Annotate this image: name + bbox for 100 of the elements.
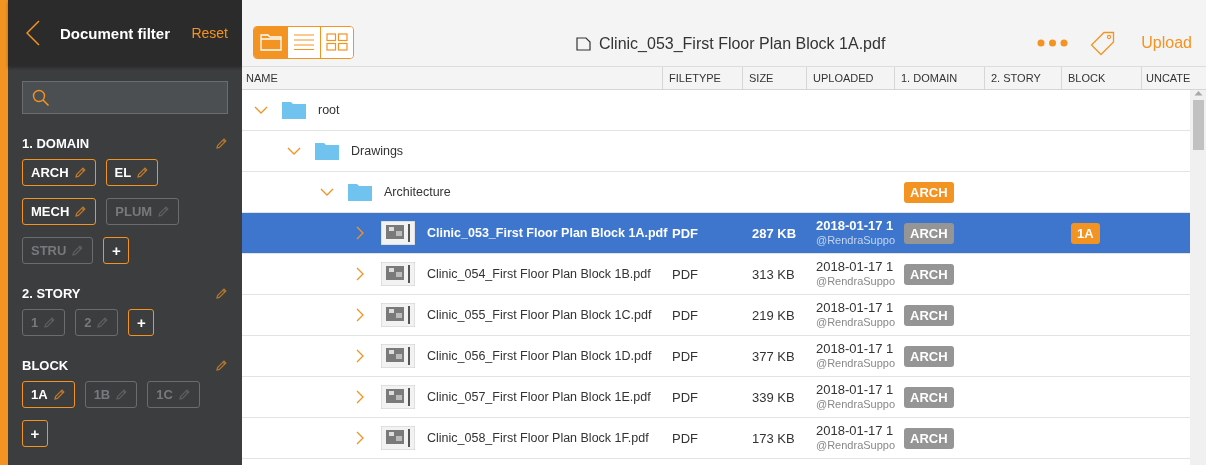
plan-thumbnail — [381, 426, 415, 450]
file-row[interactable]: Clinic_053_First Floor Plan Block 1A.pdf PDF 287 KB 2018-01-17 1 @RendraSuppo ARCH 1A — [242, 213, 1190, 254]
pencil-icon[interactable] — [74, 205, 88, 218]
category-tag: 1A — [1071, 222, 1100, 244]
category-tag: ARCH — [904, 222, 954, 244]
file-type: PDF — [672, 266, 698, 282]
upload-date: 2018-01-17 1 — [816, 342, 894, 356]
upload-date: 2018-01-17 1 — [816, 424, 894, 438]
file-row[interactable]: Clinic_054_First Floor Plan Block 1B.pdf PDF 313 KB 2018-01-17 1 @RendraSuppo ARCH — [242, 254, 1190, 295]
file-name[interactable]: Clinic_053_First Floor Plan Block 1A.pdf — [427, 226, 668, 240]
upload-date: 2018-01-17 1 — [816, 219, 894, 233]
file-name[interactable]: Clinic_057_First Floor Plan Block 1E.pdf — [427, 390, 651, 404]
file-row[interactable]: Clinic_056_First Floor Plan Block 1D.pdf PDF 377 KB 2018-01-17 1 @RendraSuppo ARCH — [242, 336, 1190, 377]
document-title: Clinic_053_First Floor Plan Block 1A.pdf — [598, 35, 886, 53]
file-name[interactable]: Clinic_056_First Floor Plan Block 1D.pdf — [427, 349, 652, 363]
document-icon — [575, 37, 591, 51]
pencil-icon[interactable] — [177, 388, 191, 401]
scrollbar-thumb[interactable] — [1192, 100, 1204, 150]
folder-icon — [348, 183, 372, 201]
filter-tag[interactable]: 1A — [22, 381, 75, 408]
uploader-name: @RendraSuppo — [816, 233, 894, 247]
column-header[interactable]: 1. DOMAIN — [894, 67, 984, 89]
category-tag: ARCH — [904, 181, 954, 203]
column-header[interactable]: UPLOADED — [806, 67, 894, 89]
chevron-right-icon[interactable] — [356, 431, 364, 445]
column-header[interactable]: 2. STORY — [984, 67, 1061, 89]
scrollbar[interactable] — [1190, 90, 1206, 465]
file-type: PDF — [672, 225, 698, 241]
column-header[interactable]: NAME — [242, 67, 662, 89]
chevron-down-icon[interactable] — [254, 106, 268, 114]
tag-icon[interactable] — [1090, 30, 1116, 56]
file-row[interactable]: Clinic_057_First Floor Plan Block 1E.pdf PDF 339 KB 2018-01-17 1 @RendraSuppo ARCH — [242, 377, 1190, 418]
search-icon — [32, 88, 50, 107]
folder-icon — [282, 101, 306, 119]
filter-tag[interactable]: MECH — [22, 198, 97, 225]
file-size: 173 KB — [752, 430, 795, 446]
file-type: PDF — [672, 348, 698, 364]
pencil-icon[interactable] — [215, 136, 228, 150]
pencil-icon[interactable] — [96, 316, 110, 329]
uploader-name: @RendraSuppo — [816, 397, 894, 411]
chevron-right-icon[interactable] — [356, 226, 364, 240]
view-toggle[interactable] — [287, 26, 320, 58]
pencil-icon[interactable] — [73, 166, 87, 179]
view-switcher[interactable] — [253, 25, 354, 59]
pencil-icon[interactable] — [115, 388, 129, 401]
folder-name[interactable]: Architecture — [384, 185, 451, 199]
chevron-right-icon[interactable] — [356, 267, 364, 281]
chevron-down-icon[interactable] — [320, 188, 334, 196]
column-header[interactable]: BLOCK — [1061, 67, 1141, 89]
panel-title: Document filter — [60, 24, 171, 42]
file-name[interactable]: Clinic_054_First Floor Plan Block 1B.pdf — [427, 267, 651, 281]
pencil-icon[interactable] — [43, 316, 57, 329]
column-header[interactable]: UNCATE — [1141, 67, 1201, 89]
folder-name[interactable]: root — [318, 103, 340, 117]
uploader-name: @RendraSuppo — [816, 356, 894, 370]
file-size: 339 KB — [752, 389, 795, 405]
list-icon — [293, 34, 315, 50]
category-tag: ARCH — [904, 345, 954, 367]
file-size: 313 KB — [752, 266, 795, 282]
add-tag-button[interactable]: + — [22, 420, 48, 447]
section-title: 1. DOMAIN — [22, 135, 90, 151]
file-type: PDF — [672, 307, 698, 323]
chevron-right-icon[interactable] — [356, 349, 364, 363]
file-row[interactable]: Clinic_055_First Floor Plan Block 1C.pdf PDF 219 KB 2018-01-17 1 @RendraSuppo ARCH — [242, 295, 1190, 336]
pencil-icon[interactable] — [52, 388, 66, 401]
pencil-icon[interactable] — [215, 358, 228, 372]
category-tag: ARCH — [904, 386, 954, 408]
view-toggle[interactable] — [254, 26, 287, 58]
folder-icon — [315, 142, 339, 160]
pencil-icon[interactable] — [136, 166, 150, 179]
chevron-right-icon[interactable] — [356, 308, 364, 322]
folder-icon — [259, 33, 282, 51]
filter-tag[interactable]: ARCH — [22, 159, 96, 186]
more-icon[interactable] — [1037, 39, 1069, 47]
uploader-name: @RendraSuppo — [816, 438, 894, 452]
pencil-icon[interactable] — [215, 286, 228, 300]
plan-thumbnail — [381, 303, 415, 327]
chevron-right-icon[interactable] — [356, 390, 364, 404]
view-toggle[interactable] — [320, 26, 353, 58]
back-icon[interactable] — [26, 20, 40, 46]
category-tag: ARCH — [904, 304, 954, 326]
reset-button[interactable]: Reset — [191, 25, 228, 41]
search-field[interactable] — [22, 81, 228, 114]
grid-icon — [326, 33, 348, 51]
file-name[interactable]: Clinic_058_First Floor Plan Block 1F.pdf — [427, 431, 649, 445]
file-row[interactable]: Clinic_058_First Floor Plan Block 1F.pdf PDF 173 KB 2018-01-17 1 @RendraSuppo ARCH — [242, 418, 1190, 459]
file-name[interactable]: Clinic_055_First Floor Plan Block 1C.pdf — [427, 308, 652, 322]
pencil-icon[interactable] — [157, 205, 171, 218]
chevron-down-icon[interactable] — [287, 147, 301, 155]
filter-tag[interactable]: EL — [105, 159, 159, 186]
column-header[interactable]: FILETYPE — [662, 67, 742, 89]
pencil-icon[interactable] — [71, 244, 85, 257]
section-title: BLOCK — [22, 357, 69, 373]
plan-thumbnail — [381, 262, 415, 286]
column-header[interactable]: SIZE — [742, 67, 806, 89]
add-tag-button[interactable]: + — [128, 309, 155, 336]
upload-date: 2018-01-17 1 — [816, 301, 894, 315]
plan-thumbnail — [381, 221, 415, 245]
add-tag-button[interactable]: + — [103, 237, 130, 264]
folder-name[interactable]: Drawings — [351, 144, 404, 158]
